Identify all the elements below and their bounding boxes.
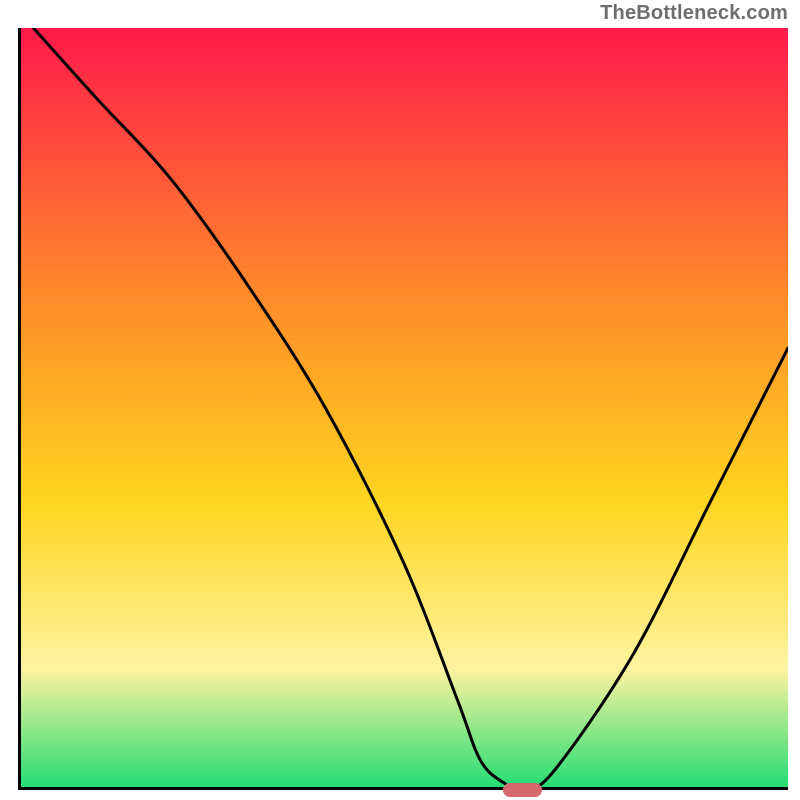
plot-svg — [18, 28, 788, 790]
plot-area — [18, 28, 788, 790]
y-axis — [18, 28, 21, 790]
chart-frame: TheBottleneck.com — [0, 0, 800, 800]
gradient-background — [18, 28, 788, 790]
attribution-text: TheBottleneck.com — [600, 2, 788, 25]
x-axis — [18, 787, 788, 790]
minimum-marker — [503, 783, 542, 797]
